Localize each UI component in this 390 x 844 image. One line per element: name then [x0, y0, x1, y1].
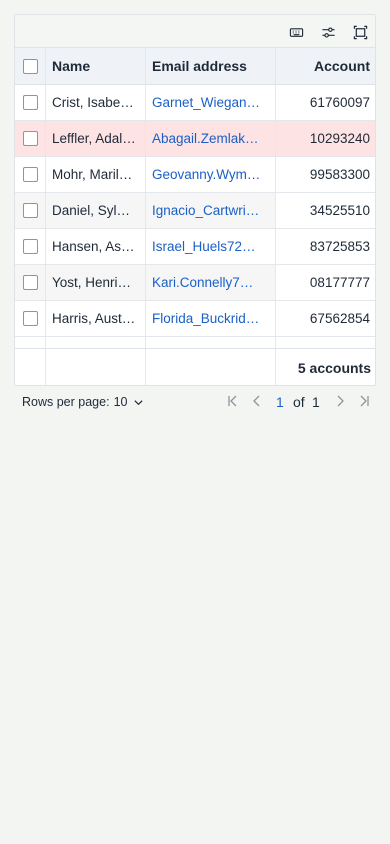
chevron-right-icon — [337, 395, 344, 407]
account-cell: 83725853 — [309, 239, 370, 254]
next-page-button[interactable] — [333, 394, 347, 408]
row-checkbox[interactable] — [22, 275, 38, 290]
row-checkbox[interactable] — [22, 311, 38, 326]
sliders-icon[interactable] — [320, 24, 336, 40]
email-link[interactable]: Ignacio_Cartwri… — [152, 203, 269, 218]
name-cell: Hansen, As… — [52, 239, 135, 254]
table-row[interactable]: Hansen, As… Israel_Huels72… 83725853 — [15, 229, 375, 265]
column-header-name-label: Name — [52, 58, 91, 74]
table-row[interactable]: Harris, Aust… Florida_Buckrid… 67562854 — [15, 301, 375, 337]
pagination-bar: Rows per page: 10 1 of 1 — [14, 392, 376, 412]
table-row[interactable]: Crist, Isabe… Garnet_Wiegan… 61760097 — [15, 85, 375, 121]
row-checkbox[interactable] — [22, 203, 38, 218]
keyboard-icon[interactable] — [288, 24, 304, 40]
select-all-checkbox[interactable] — [22, 58, 38, 74]
table-row-selected[interactable]: Leffler, Adal… Abagail.Zemlak… 10293240 — [15, 121, 375, 157]
column-header-account-label: Account — [314, 58, 370, 74]
email-link[interactable]: Kari.Connelly7… — [152, 275, 269, 290]
name-cell: Yost, Henri… — [52, 275, 132, 290]
page-of-label: of — [293, 394, 305, 410]
rows-per-page-value: 10 — [113, 395, 128, 409]
table-row[interactable]: Daniel, Syl… Ignacio_Cartwri… 34525510 — [15, 193, 375, 229]
account-cell: 61760097 — [309, 95, 370, 110]
rows-per-page-label: Rows per page: — [22, 395, 110, 409]
name-cell: Daniel, Syl… — [52, 203, 131, 218]
name-cell: Mohr, Maril… — [52, 167, 133, 182]
name-cell: Leffler, Adal… — [52, 131, 136, 146]
data-grid: Name Email address Account Crist, Isabe…… — [15, 48, 375, 385]
account-cell: 67562854 — [309, 311, 370, 326]
account-cell: 99583300 — [309, 167, 370, 182]
select-all-cell — [15, 48, 46, 84]
table-header-row: Name Email address Account — [15, 48, 375, 85]
column-header-name[interactable]: Name — [46, 48, 146, 84]
row-checkbox[interactable] — [22, 95, 38, 110]
account-cell: 10293240 — [309, 131, 370, 146]
column-header-email[interactable]: Email address — [146, 48, 276, 84]
accounts-table-card: Name Email address Account Crist, Isabe…… — [14, 14, 376, 386]
current-page[interactable]: 1 — [276, 394, 284, 410]
account-cell: 34525510 — [309, 203, 370, 218]
row-checkbox[interactable] — [22, 131, 38, 146]
total-accounts-label: 5 accounts — [297, 359, 371, 376]
email-link[interactable]: Geovanny.Wym… — [152, 167, 269, 182]
fullscreen-icon[interactable] — [352, 24, 368, 40]
email-link[interactable]: Florida_Buckrid… — [152, 311, 269, 326]
column-header-email-label: Email address — [152, 58, 247, 74]
row-checkbox[interactable] — [22, 167, 38, 182]
email-link[interactable]: Garnet_Wiegan… — [152, 95, 269, 110]
last-page-button[interactable] — [357, 394, 371, 408]
previous-page-button[interactable] — [250, 394, 264, 408]
column-header-account[interactable]: Account — [276, 48, 375, 84]
name-cell: Harris, Aust… — [52, 311, 136, 326]
table-row[interactable]: Yost, Henri… Kari.Connelly7… 08177777 — [15, 265, 375, 301]
rows-per-page-select[interactable]: Rows per page: 10 — [22, 395, 144, 409]
chevron-down-icon — [134, 399, 144, 405]
email-link[interactable]: Abagail.Zemlak… — [152, 131, 269, 146]
first-page-button[interactable] — [226, 394, 240, 408]
account-cell: 08177777 — [309, 275, 370, 290]
last-page-icon — [360, 395, 369, 407]
first-page-icon — [228, 395, 237, 407]
table-toolbar — [15, 15, 375, 48]
total-pages: 1 — [312, 394, 320, 410]
row-checkbox[interactable] — [22, 239, 38, 254]
name-cell: Crist, Isabe… — [52, 95, 134, 110]
table-row[interactable]: Mohr, Maril… Geovanny.Wym… 99583300 — [15, 157, 375, 193]
chevron-left-icon — [253, 395, 260, 407]
partial-row — [15, 337, 375, 349]
email-link[interactable]: Israel_Huels72… — [152, 239, 269, 254]
table-footer-row: 5 accounts — [15, 349, 375, 385]
